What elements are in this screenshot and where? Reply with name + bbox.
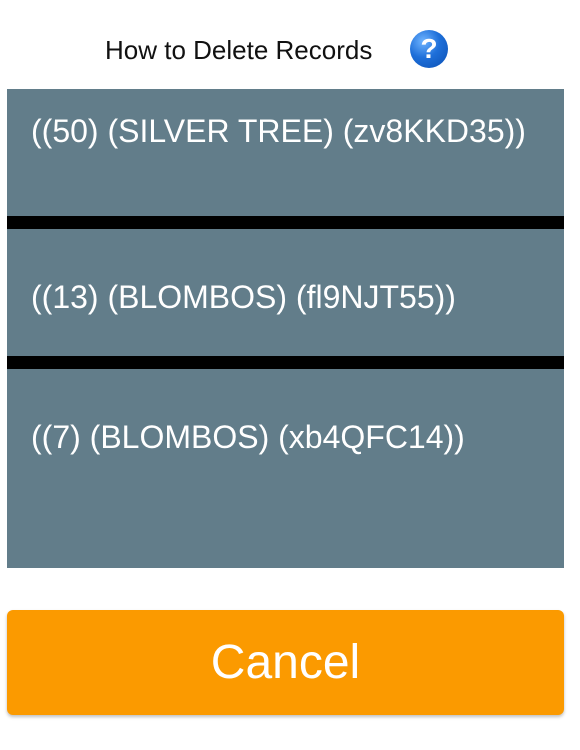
delete-records-dialog: How to Delete Records ? ((50) (SILVER TR… [0,0,580,750]
record-label: ((13) (BLOMBOS) (fl9NJT55)) [31,279,456,315]
record-item-2[interactable]: ((13) (BLOMBOS) (fl9NJT55)) [7,229,564,356]
record-label: ((7) (BLOMBOS) (xb4QFC14)) [31,419,465,455]
help-icon[interactable]: ? [410,30,448,68]
dialog-header: How to Delete Records ? [0,28,580,72]
dialog-title: How to Delete Records [105,35,373,65]
record-item-3[interactable]: ((7) (BLOMBOS) (xb4QFC14)) [7,369,564,568]
record-item-1[interactable]: ((50) (SILVER TREE) (zv8KKD35)) [7,89,564,216]
cancel-button[interactable]: Cancel [7,610,564,715]
record-label: ((50) (SILVER TREE) (zv8KKD35)) [31,113,526,149]
records-list: ((50) (SILVER TREE) (zv8KKD35)) ((13) (B… [7,89,564,568]
